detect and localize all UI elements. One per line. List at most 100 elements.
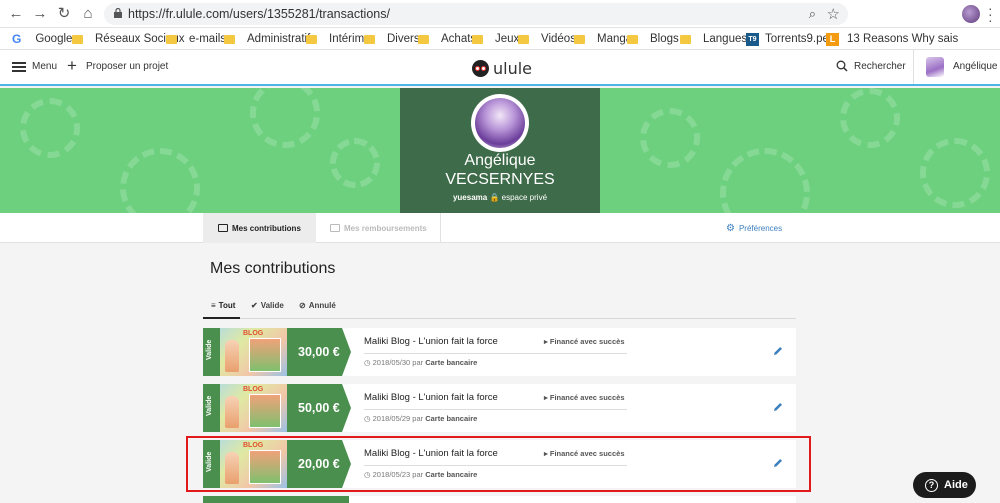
contribution-card[interactable]: BLOG Valide 50,00 € Maliki Blog - L'unio… [203, 384, 796, 432]
private-space-label: espace privé [501, 193, 548, 202]
browser-profile-avatar[interactable] [962, 5, 980, 23]
profile-last-name: VECSERNYES [445, 171, 555, 188]
help-label: Aide [944, 479, 968, 491]
bookmark-folder[interactable]: e-mails [166, 31, 226, 47]
back-arrow-icon[interactable]: ← [6, 4, 26, 24]
profile-username-line: yuesama 🔒 espace privé [400, 193, 600, 202]
bookmark-label: Vidéos [541, 33, 576, 45]
thumb-blog-label: BLOG [243, 386, 264, 393]
status-ribbon-label: Valide [206, 339, 213, 360]
filter-cancelled[interactable]: ⊘ Annulé [299, 301, 336, 310]
bookmark-label: Achats [441, 33, 477, 45]
contribution-meta: ◷ 2018/05/30 par Carte bancaire [364, 358, 478, 367]
bookmark-label: Administratif [247, 33, 311, 45]
tab-label: Mes contributions [232, 223, 301, 233]
question-icon: ? [925, 478, 938, 492]
bookmark-label: Langues [703, 33, 748, 45]
project-name[interactable]: Maliki Blog - L'union fait la force [364, 392, 498, 403]
bookmark-folder[interactable]: Divers [364, 31, 420, 47]
bookmark-folder[interactable]: Vidéos [518, 31, 576, 47]
folder-icon [518, 34, 529, 44]
list-icon: ≡ [211, 301, 216, 310]
search-link[interactable]: Rechercher [854, 61, 906, 72]
folder-icon [306, 34, 317, 44]
status-ribbon: Valide [203, 384, 220, 432]
user-avatar[interactable] [926, 57, 944, 77]
folder-icon [364, 34, 375, 44]
reload-icon[interactable]: ↻ [54, 4, 74, 24]
bookmark-label: Divers [387, 33, 420, 45]
search-icon[interactable] [836, 60, 848, 72]
gear-decoration-icon [720, 148, 810, 213]
project-name[interactable]: Maliki Blog - L'union fait la force [364, 336, 498, 347]
pencil-icon[interactable] [772, 345, 784, 357]
gear-decoration-icon [640, 108, 700, 168]
project-status-label: Financé avec succès [549, 337, 625, 346]
folder-icon [224, 34, 235, 44]
plus-icon[interactable]: + [67, 56, 77, 76]
preferences-label: Préférences [738, 224, 783, 233]
bookmark-torrents[interactable]: T9 Torrents9.pe [746, 31, 829, 47]
gear-decoration-icon [920, 138, 990, 208]
contribution-date: 2018/05/30 [372, 358, 411, 367]
torrents-icon: T9 [746, 32, 759, 46]
header-divider [913, 50, 914, 84]
bookmark-folder[interactable]: Jeux [472, 31, 519, 47]
bookmark-folder[interactable]: Administratif [224, 31, 310, 47]
contribution-card[interactable]: BLOG Valide 30,00 € Maliki Blog - L'unio… [203, 328, 796, 376]
tab-refunds[interactable]: Mes remboursements [330, 213, 440, 243]
menu-link[interactable]: Menu [32, 61, 57, 72]
by-label: par [412, 414, 424, 423]
filter-label: Tout [218, 301, 236, 310]
thumb-blog-label: BLOG [243, 330, 264, 337]
bookmark-label: e-mails [189, 33, 227, 45]
payment-method: Carte bancaire [425, 358, 478, 367]
filter-label: Valide [260, 301, 284, 310]
folder-icon [472, 34, 483, 44]
bookmark-13-reasons[interactable]: L 13 Reasons Why sais [826, 31, 958, 47]
contributions-icon [218, 224, 228, 232]
propose-project-link[interactable]: Proposer un projet [86, 61, 168, 72]
forward-arrow-icon[interactable]: → [30, 4, 50, 24]
project-status: ▸ Financé avec succès [544, 393, 625, 402]
help-button[interactable]: ? Aide [913, 472, 976, 498]
folder-icon [166, 34, 177, 44]
bookmark-folder[interactable]: Blogs [627, 31, 679, 47]
tab-contributions[interactable]: Mes contributions [203, 213, 316, 243]
browser-menu-icon[interactable]: · · · [988, 1, 993, 27]
profile-username: yuesama [452, 193, 488, 202]
bookmark-google[interactable]: G Google [12, 31, 72, 47]
folder-icon [680, 34, 691, 44]
bookmark-folder[interactable]: Intérim [306, 31, 364, 47]
bookmarks-bar: G Google Réseaux Sociaux e-mails Administ… [0, 28, 1000, 50]
zoom-icon[interactable]: ⌕ [809, 6, 816, 22]
gear-decoration-icon [840, 88, 900, 148]
bookmark-label: Torrents9.pe [765, 33, 829, 45]
lock-small-icon: 🔒 [489, 193, 500, 202]
filter-valid[interactable]: ✔ Valide [251, 301, 284, 310]
address-bar[interactable]: https://fr.ulule.com/users/1355281/trans… [104, 3, 848, 25]
preferences-link[interactable]: ⚙ Préférences [726, 223, 782, 234]
gear-decoration-icon [250, 88, 320, 148]
card-divider [364, 409, 627, 410]
l-icon: L [826, 32, 839, 46]
profile-avatar [471, 94, 529, 152]
highlight-box [186, 436, 811, 492]
status-ribbon: Valide [203, 328, 220, 376]
user-menu-link[interactable]: Angélique [953, 61, 997, 72]
page-title: Mes contributions [210, 260, 336, 277]
home-icon[interactable]: ⌂ [78, 4, 98, 24]
hamburger-icon[interactable] [12, 62, 26, 72]
next-contribution-card [203, 496, 796, 503]
contribution-amount: 30,00 € [287, 328, 351, 376]
lock-icon [114, 8, 122, 18]
bookmark-folder[interactable]: Langues [680, 31, 747, 47]
filter-all[interactable]: ≡ Tout [211, 301, 235, 310]
bookmark-label: 13 Reasons Why sais [847, 33, 959, 45]
bookmark-folder[interactable]: Achats [418, 31, 476, 47]
star-icon[interactable]: ☆ [827, 5, 840, 23]
ulule-logo[interactable]: ulule [472, 59, 532, 78]
pencil-icon[interactable] [772, 401, 784, 413]
profile-card: Angélique VECSERNYES yuesama 🔒 espace pr… [400, 88, 600, 213]
bookmark-label: Jeux [495, 33, 520, 45]
